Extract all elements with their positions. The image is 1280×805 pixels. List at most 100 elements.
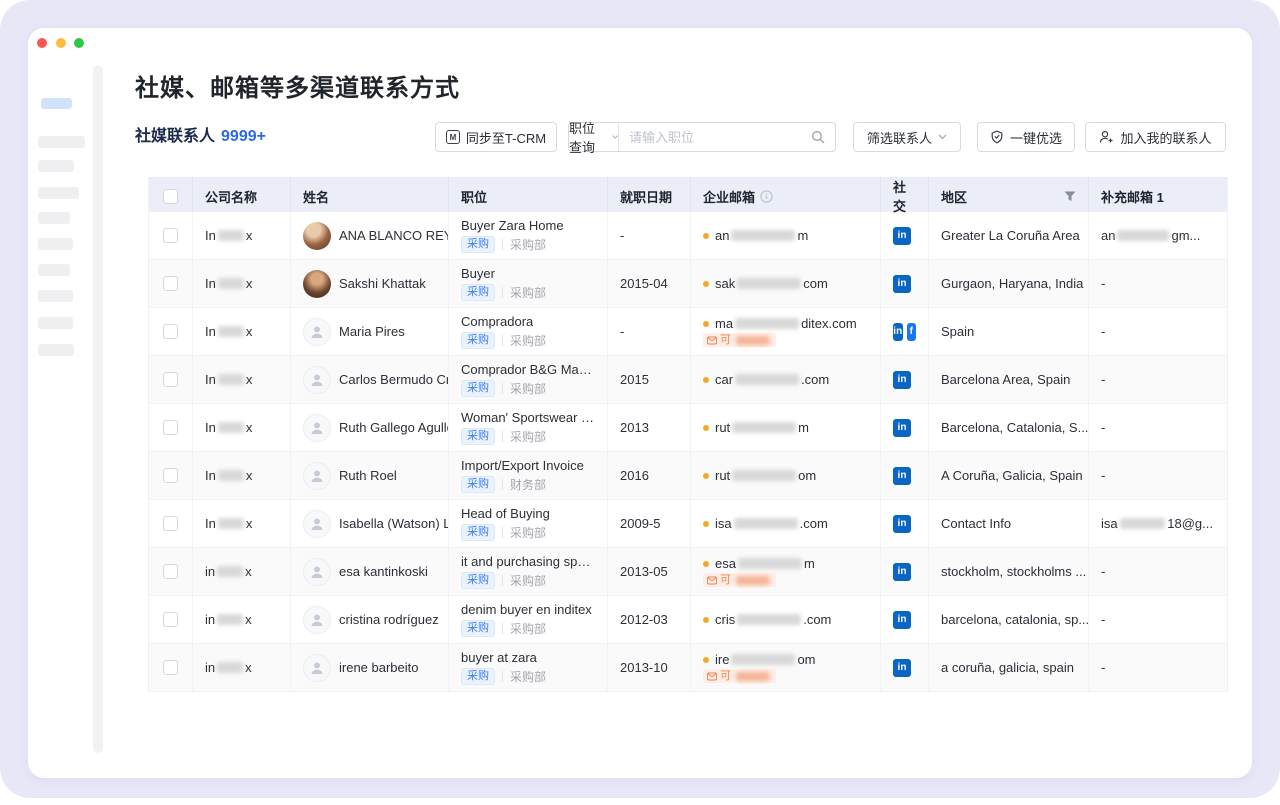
position-title: buyer at zara (461, 650, 537, 665)
table-header-row: 公司名称 姓名 职位 就职日期 企业邮箱 社交 地区 补充邮箱 1 (149, 177, 1227, 211)
filter-funnel-icon[interactable] (1064, 191, 1076, 202)
social-cell: in (881, 260, 929, 307)
table-row[interactable]: Inx Maria Pires Compradora 采购 采购部 - madi… (149, 307, 1227, 355)
add-person-icon (1099, 130, 1114, 144)
table-row[interactable]: inx cristina rodríguez denim buyer en in… (149, 595, 1227, 643)
tag-divider (502, 431, 503, 442)
procurement-tag: 采购 (461, 236, 495, 253)
table-row[interactable]: Inx ANA BLANCO REY Buyer Zara Home 采购 采购… (149, 211, 1227, 259)
email-cell: esam 可 (691, 548, 881, 595)
contact-name: Carlos Bermudo Cr... (339, 372, 449, 387)
close-window-icon[interactable] (37, 38, 47, 48)
linkedin-icon[interactable]: in (893, 611, 911, 629)
linkedin-icon[interactable]: in (893, 563, 911, 581)
one-click-optimize-button[interactable]: 一键优选 (977, 122, 1075, 152)
position-title: Compradora (461, 314, 533, 329)
linkedin-icon[interactable]: in (893, 323, 903, 341)
badge-icon (990, 130, 1004, 144)
table-body: Inx ANA BLANCO REY Buyer Zara Home 采购 采购… (149, 211, 1227, 691)
department-label: 采购部 (510, 428, 546, 445)
contact-name: ANA BLANCO REY (339, 228, 449, 243)
row-checkbox[interactable] (163, 420, 178, 435)
contact-name: cristina rodríguez (339, 612, 439, 627)
tcrm-icon: M (446, 130, 460, 144)
reachable-tag: 可 (703, 573, 776, 587)
linkedin-icon[interactable]: in (893, 419, 911, 437)
col-date-header: 就职日期 (608, 177, 691, 215)
department-label: 采购部 (510, 572, 546, 589)
redacted-text (217, 662, 243, 673)
procurement-tag: 采购 (461, 476, 495, 493)
date-cell: 2009-5 (608, 500, 691, 547)
social-cell: in (881, 548, 929, 595)
info-icon[interactable] (760, 190, 773, 203)
position-query-select[interactable]: 职位查询 (569, 123, 619, 151)
linkedin-icon[interactable]: in (893, 515, 911, 533)
linkedin-icon[interactable]: in (893, 659, 911, 677)
region-cell: Barcelona Area, Spain (929, 356, 1089, 403)
avatar (303, 558, 331, 586)
table-row[interactable]: Inx Ruth Gallego Agulló Woman' Sportswea… (149, 403, 1227, 451)
email-cell: sakcom (691, 260, 881, 307)
name-cell: Carlos Bermudo Cr... (291, 356, 449, 403)
email-status-dot (703, 561, 709, 567)
company-cell: inx (193, 644, 291, 691)
table-row[interactable]: Inx Carlos Bermudo Cr... Comprador B&G M… (149, 355, 1227, 403)
social-cell: in (881, 356, 929, 403)
person-icon (309, 468, 325, 484)
search-icon[interactable] (811, 130, 825, 144)
minimize-window-icon[interactable] (56, 38, 66, 48)
row-checkbox[interactable] (163, 324, 178, 339)
linkedin-icon[interactable]: in (893, 227, 911, 245)
row-checkbox[interactable] (163, 468, 178, 483)
table-row[interactable]: Inx Sakshi Khattak Buyer 采购 采购部 2015-04 … (149, 259, 1227, 307)
row-checkbox[interactable] (163, 612, 178, 627)
date-cell: 2015 (608, 356, 691, 403)
linkedin-icon[interactable]: in (893, 371, 911, 389)
name-cell: esa kantinkoski (291, 548, 449, 595)
extra-email-cell: isa18@g... (1089, 500, 1225, 547)
company-cell: Inx (193, 404, 291, 451)
email-cell: anm (691, 212, 881, 259)
tag-divider (502, 623, 503, 634)
sidebar-item (38, 344, 74, 356)
email-cell: rutm (691, 404, 881, 451)
tag-divider (502, 575, 503, 586)
name-cell: ANA BLANCO REY (291, 212, 449, 259)
linkedin-icon[interactable]: in (893, 467, 911, 485)
region-cell: Greater La Coruña Area (929, 212, 1089, 259)
sync-to-tcrm-button[interactable]: M 同步至T-CRM (435, 122, 557, 152)
avatar (303, 366, 331, 394)
email-status-dot (703, 233, 709, 239)
position-title: Head of Buying (461, 506, 550, 521)
row-checkbox[interactable] (163, 228, 178, 243)
linkedin-icon[interactable]: in (893, 275, 911, 293)
position-cell: Head of Buying 采购 采购部 (449, 500, 608, 547)
procurement-tag: 采购 (461, 524, 495, 541)
table-row[interactable]: inx irene barbeito buyer at zara 采购 采购部 … (149, 643, 1227, 691)
row-checkbox[interactable] (163, 516, 178, 531)
table-row[interactable]: Inx Ruth Roel Import/Export Invoice 采购 财… (149, 451, 1227, 499)
avatar (303, 270, 331, 298)
table-row[interactable]: Inx Isabella (Watson) L... Head of Buyin… (149, 499, 1227, 547)
table-row[interactable]: inx esa kantinkoski it and purchasing sp… (149, 547, 1227, 595)
zoom-window-icon[interactable] (74, 38, 84, 48)
select-all-checkbox[interactable] (163, 189, 178, 204)
tag-divider (502, 671, 503, 682)
row-checkbox[interactable] (163, 660, 178, 675)
row-checkbox[interactable] (163, 564, 178, 579)
contacts-list-label: 社媒联系人9999+ (135, 122, 266, 152)
add-to-my-contacts-button[interactable]: 加入我的联系人 (1085, 122, 1226, 152)
avatar (303, 510, 331, 538)
position-search-input[interactable] (629, 130, 805, 145)
col-social-header: 社交 (881, 177, 929, 215)
row-checkbox[interactable] (163, 276, 178, 291)
row-checkbox[interactable] (163, 372, 178, 387)
redacted-text (218, 470, 244, 481)
sidebar-item-active[interactable] (41, 98, 72, 109)
reachable-tag: 可 (703, 669, 776, 683)
avatar (303, 606, 331, 634)
filter-contacts-button[interactable]: 筛选联系人 (853, 122, 961, 152)
procurement-tag: 采购 (461, 668, 495, 685)
facebook-icon[interactable]: f (907, 323, 917, 341)
